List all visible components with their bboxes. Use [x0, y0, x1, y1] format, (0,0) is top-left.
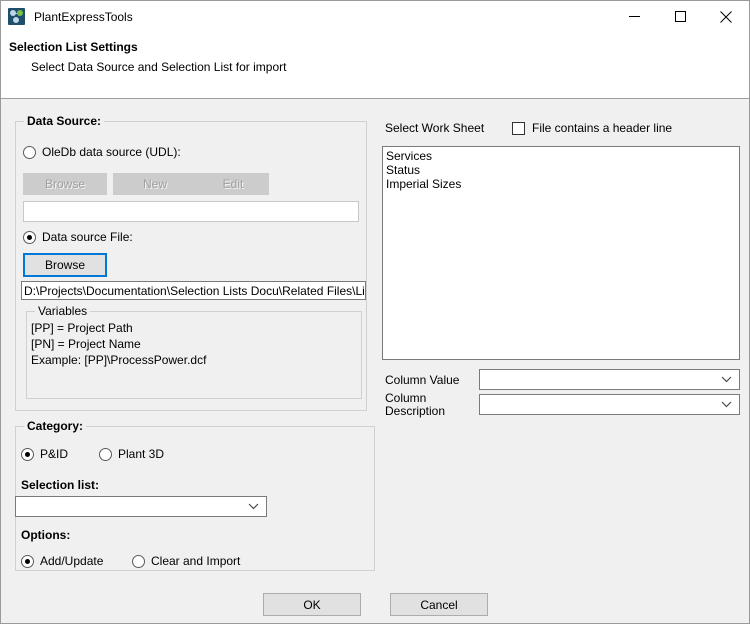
file-browse-button[interactable]: Browse	[23, 253, 107, 277]
oledb-path-input[interactable]	[23, 201, 359, 222]
maximize-icon	[674, 11, 686, 22]
radio-label: Add/Update	[40, 554, 104, 568]
category-legend: Category:	[24, 419, 87, 433]
selection-list-combo[interactable]	[15, 496, 267, 517]
oledb-browse-button: Browse	[23, 173, 107, 195]
column-description-combo[interactable]	[479, 394, 740, 415]
radio-label: Plant 3D	[118, 447, 165, 461]
oledb-new-label: New	[142, 177, 167, 191]
minimize-button[interactable]	[611, 1, 657, 32]
column-value-label: Column Value	[385, 373, 460, 387]
variable-line-project-path: [PP] = Project Path	[31, 321, 133, 335]
column-description-label-line2: Description	[385, 404, 446, 418]
oledb-browse-label: Browse	[44, 177, 85, 191]
checkbox-label: File contains a header line	[532, 121, 673, 135]
close-icon	[720, 10, 732, 23]
dialog-window: PlantExpressTools Selection List Setting…	[0, 0, 750, 624]
maximize-button[interactable]	[657, 1, 703, 32]
work-sheet-listbox[interactable]: Services Status Imperial Sizes	[382, 146, 740, 360]
list-item[interactable]: Imperial Sizes	[386, 177, 736, 191]
chevron-down-icon	[248, 503, 259, 510]
minimize-icon	[628, 16, 640, 17]
checkbox-box	[512, 121, 525, 135]
radio-option-add-update[interactable]: Add/Update	[21, 554, 103, 568]
radio-label: Data source File:	[42, 230, 133, 244]
radio-mark	[23, 145, 36, 159]
variables-legend: Variables	[35, 304, 91, 318]
cancel-button[interactable]: Cancel	[390, 593, 488, 616]
list-item[interactable]: Status	[386, 163, 736, 177]
window-controls	[611, 1, 749, 32]
window-title: PlantExpressTools	[34, 9, 133, 24]
app-icon	[8, 8, 25, 25]
ok-button[interactable]: OK	[263, 593, 361, 616]
variable-line-project-name: [PN] = Project Name	[31, 337, 141, 351]
oledb-new-button: New	[113, 173, 197, 195]
radio-category-pid[interactable]: P&ID	[21, 447, 68, 461]
radio-mark	[21, 554, 34, 568]
radio-mark	[99, 447, 112, 461]
radio-label: P&ID	[40, 447, 69, 461]
ok-button-label: OK	[303, 597, 321, 612]
header-divider	[1, 98, 749, 99]
data-source-legend: Data Source:	[24, 114, 105, 128]
radio-label: Clear and Import	[151, 554, 241, 568]
cancel-button-label: Cancel	[420, 597, 458, 612]
page-title: Selection List Settings	[9, 40, 138, 54]
radio-mark	[23, 230, 36, 244]
chevron-down-icon	[721, 401, 732, 408]
variable-line-example: Example: [PP]\ProcessPower.dcf	[31, 353, 207, 367]
select-work-sheet-label: Select Work Sheet	[385, 121, 485, 135]
close-button[interactable]	[703, 1, 749, 32]
chevron-down-icon	[721, 376, 732, 383]
oledb-edit-label: Edit	[222, 177, 244, 191]
options-label: Options:	[21, 528, 71, 542]
oledb-edit-button: Edit	[197, 173, 269, 195]
radio-category-plant3d[interactable]: Plant 3D	[99, 447, 164, 461]
radio-label: OleDb data source (UDL):	[42, 145, 181, 159]
file-path-input[interactable]: D:\Projects\Documentation\Selection List…	[21, 281, 366, 300]
file-contains-header-checkbox[interactable]: File contains a header line	[512, 121, 672, 135]
selection-list-label: Selection list:	[21, 478, 100, 492]
radio-mark	[132, 554, 145, 568]
file-browse-label: Browse	[44, 258, 85, 272]
page-subtitle: Select Data Source and Selection List fo…	[31, 60, 287, 74]
column-value-combo[interactable]	[479, 369, 740, 390]
radio-data-source-file[interactable]: Data source File:	[23, 230, 133, 244]
list-item[interactable]: Services	[386, 149, 736, 163]
radio-oledb-data-source[interactable]: OleDb data source (UDL):	[23, 145, 181, 159]
radio-mark	[21, 447, 34, 461]
radio-option-clear-and-import[interactable]: Clear and Import	[132, 554, 240, 568]
title-bar: PlantExpressTools	[1, 1, 749, 32]
column-description-label-line1: Column	[385, 391, 427, 405]
